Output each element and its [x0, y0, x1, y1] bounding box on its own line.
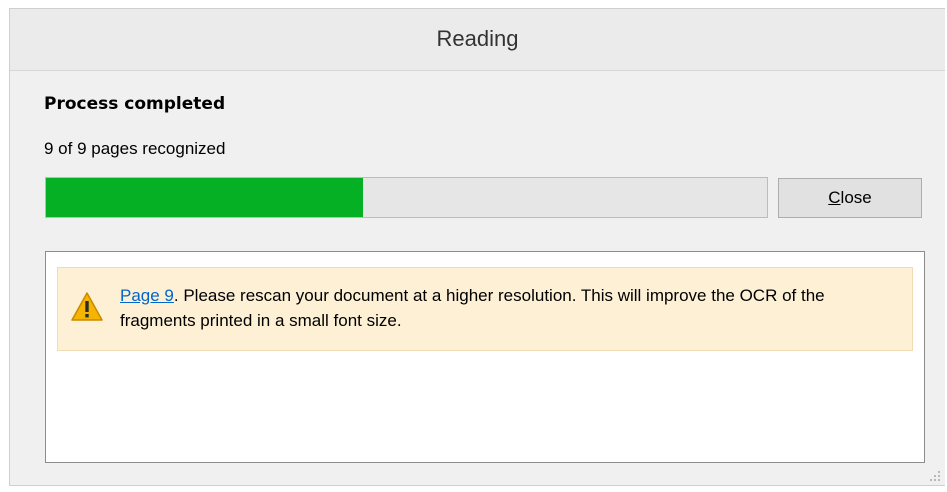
warning-message-text: Page 9. Please rescan your document at a…	[120, 283, 900, 333]
warning-message-body: . Please rescan your document at a highe…	[120, 286, 825, 330]
page-link[interactable]: Page 9	[120, 286, 174, 305]
warning-message: Page 9. Please rescan your document at a…	[57, 267, 913, 351]
window-title: Reading	[436, 26, 519, 51]
warning-triangle-icon	[70, 290, 104, 324]
progress-bar-fill	[46, 178, 364, 217]
resize-grip-icon[interactable]	[929, 469, 941, 481]
close-button-accelerator: C	[828, 188, 841, 207]
reading-dialog: Reading Process completed 9 of 9 pages r…	[9, 8, 945, 486]
pages-recognized-text: 9 of 9 pages recognized	[44, 139, 226, 158]
messages-panel: Page 9. Please rescan your document at a…	[45, 251, 925, 463]
status-heading: Process completed	[44, 94, 226, 114]
title-bar[interactable]: Reading	[10, 9, 945, 71]
progress-bar	[45, 177, 768, 218]
close-button-label: lose	[840, 188, 872, 207]
close-button[interactable]: Close	[778, 178, 922, 218]
